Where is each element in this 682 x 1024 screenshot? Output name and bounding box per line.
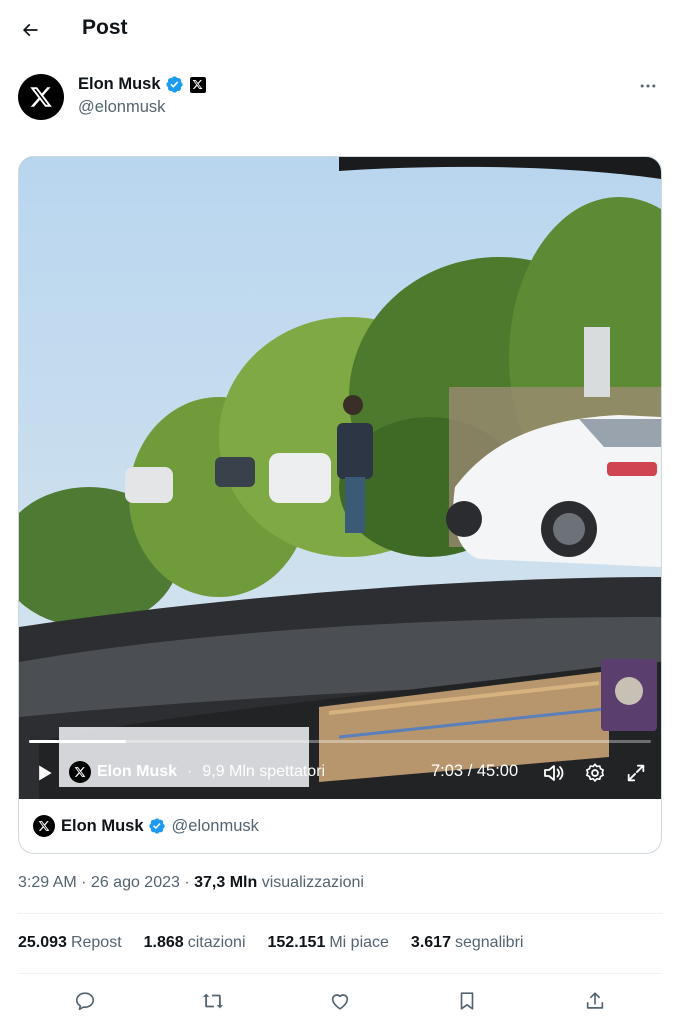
views-count: 37,3 Mln [194,874,258,891]
engagement-stats: 25.093 Repost 1.868 citazioni 152.151 Mi pi… [18,934,523,952]
x-logo-icon [74,767,86,777]
play-button[interactable] [33,761,57,785]
author-handle[interactable]: @elonmusk [78,98,165,117]
x-logo-icon [30,87,52,107]
embed-author-name: Elon Musk [61,816,144,835]
settings-button[interactable] [582,760,608,786]
top-bar: Post [0,0,682,60]
page-title: Post [82,16,128,39]
stat-number: 152.151 [267,934,326,951]
video-progress-bar[interactable] [29,740,651,743]
share-icon [586,992,604,1009]
divider [18,973,662,974]
more-icon [640,84,656,88]
stat-bookmarks[interactable]: 3.617 segnalibri [411,934,524,952]
volume-icon [544,765,564,781]
reply-icon [75,992,95,1011]
video-player[interactable]: Elon Musk · 9,9 Mln spettatori 7:03 / 45… [19,157,661,799]
divider [18,913,662,914]
video-attribution: Elon Musk · 9,9 Mln spettatori [69,761,325,783]
stat-reposts[interactable]: 25.093 Repost [18,934,122,952]
volume-button[interactable] [541,760,567,786]
stat-label: Repost [70,934,122,951]
repost-icon [202,993,224,1009]
back-button[interactable] [14,14,46,46]
share-button[interactable] [580,986,610,1016]
bookmark-button[interactable] [452,986,482,1016]
stat-quotes[interactable]: 1.868 citazioni [144,934,246,952]
repost-button[interactable] [198,986,228,1016]
separator-dot: · [187,763,193,780]
embedded-video-card[interactable]: Elon Musk · 9,9 Mln spettatori 7:03 / 45… [18,156,662,854]
verified-badge-icon [165,76,183,93]
post-timestamp[interactable]: 3:29 AM · 26 ago 2023 · [18,874,194,891]
fullscreen-button[interactable] [623,760,649,786]
post-author: Elon Musk @elonmusk [18,72,664,128]
bookmark-icon [460,992,474,1010]
post-meta: 3:29 AM · 26 ago 2023 · 37,3 Mln visuali… [18,874,364,892]
reply-button[interactable] [70,986,100,1016]
video-progress-fill [29,740,127,743]
video-author-name: Elon Musk [97,763,178,780]
play-icon [39,765,52,781]
stat-number: 3.617 [410,934,451,951]
views-label: visualizzazioni [261,874,364,891]
x-logo-icon [38,821,50,831]
embed-source[interactable]: Elon Musk @elonmusk [19,799,661,853]
x-affiliate-badge-icon [189,76,206,93]
video-viewers: 9,9 Mln spettatori [202,763,326,780]
video-author-avatar [69,761,91,783]
verified-badge-icon [148,818,165,834]
back-arrow-icon [22,23,38,37]
stat-label: Mi piace [329,934,389,951]
stat-label: segnalibri [454,934,524,951]
embed-author-handle: @elonmusk [171,816,259,835]
avatar[interactable] [18,74,64,120]
settings-icon [586,763,604,782]
like-button[interactable] [325,986,355,1016]
embed-author-avatar [33,815,55,837]
stat-label: citazioni [187,934,246,951]
stat-number: 25.093 [18,934,67,951]
author-name-row[interactable]: Elon Musk [78,75,206,94]
more-button[interactable] [634,74,662,98]
video-controls: Elon Musk · 9,9 Mln spettatori 7:03 / 45… [19,753,661,793]
stat-number: 1.868 [143,934,184,951]
action-bar [18,982,662,1022]
author-name[interactable]: Elon Musk [78,75,161,94]
video-frame [19,157,661,799]
stat-likes[interactable]: 152.151 Mi piace [268,934,389,952]
like-icon [331,994,349,1010]
video-time: 7:03 / 45:00 [431,762,519,780]
fullscreen-icon [627,764,645,782]
